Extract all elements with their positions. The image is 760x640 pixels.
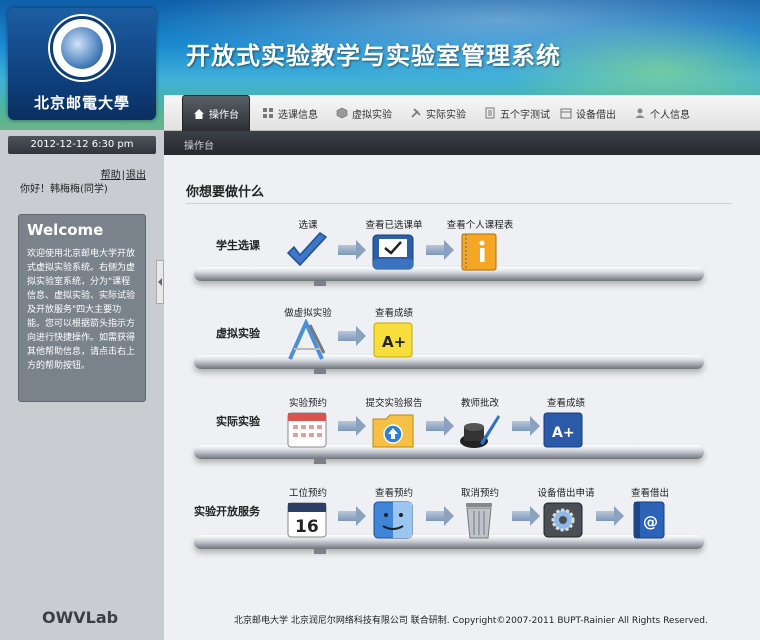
step-label: 查看已选课单 xyxy=(365,220,423,231)
welcome-text: 欢迎使用北京邮电大学开放式虚拟实验系统。右侧为虚拟实验室系统，分为"课程信息、虚… xyxy=(27,249,136,371)
tab-five-char-test[interactable]: 五个字测试 xyxy=(484,95,550,131)
shelf xyxy=(194,355,704,374)
row-label-course-selection: 学生选课 xyxy=(216,239,260,252)
row-label-open-services: 实验开放服务 xyxy=(194,505,260,518)
tab-real-lab[interactable]: 实际实验 xyxy=(410,95,466,131)
step-label: 实验预约 xyxy=(288,398,327,409)
shelf xyxy=(194,445,704,464)
checkmark-icon[interactable] xyxy=(284,231,330,273)
sidebar-collapse-handle[interactable] xyxy=(156,260,164,304)
arrow-right-icon xyxy=(596,506,624,526)
step-label: 做虚拟实验 xyxy=(284,308,332,319)
arrow-right-icon xyxy=(338,416,366,436)
grid-icon xyxy=(263,108,273,118)
step-label: 选课 xyxy=(298,220,318,231)
tab-label: 个人信息 xyxy=(650,109,690,121)
breadcrumb: 操作台 xyxy=(184,141,214,152)
arrow-right-icon xyxy=(338,506,366,526)
breadcrumb-bar: 操作台 xyxy=(164,131,760,155)
finder-icon[interactable] xyxy=(370,499,416,541)
tab-virtual-lab[interactable]: 虚拟实验 xyxy=(336,95,392,131)
cube-icon xyxy=(336,107,348,119)
tab-label: 虚拟实验 xyxy=(352,109,392,121)
arrow-right-icon xyxy=(512,416,540,436)
calendar-16-icon[interactable]: 16 xyxy=(284,499,330,541)
tab-label: 操作台 xyxy=(209,110,239,121)
arrow-right-icon xyxy=(338,326,366,346)
calendar-icon xyxy=(560,108,572,119)
tab-label: 实际实验 xyxy=(426,109,466,121)
arrow-right-icon xyxy=(512,506,540,526)
home-icon xyxy=(194,108,204,119)
step-label: 设备借出申请 xyxy=(537,488,595,499)
step-label: 查看成绩 xyxy=(546,398,585,409)
drafting-tools-icon[interactable] xyxy=(284,319,330,361)
settings-gear-icon[interactable] xyxy=(540,499,586,541)
svg-text:16: 16 xyxy=(295,517,319,537)
step-label: 工位预约 xyxy=(288,488,327,499)
arrow-right-icon xyxy=(426,416,454,436)
user-greeting: 你好！韩梅梅(同学) xyxy=(20,184,108,195)
footer-copyright: 北京邮电大学 北京润尼尔网络科技有限公司 联合研制. Copyright©200… xyxy=(234,616,708,626)
step-label: 教师批改 xyxy=(460,398,499,409)
grade-note-icon[interactable]: A+ xyxy=(370,319,416,361)
step-label: 查看个人课程表 xyxy=(446,220,514,231)
shelf xyxy=(194,267,704,286)
sidebar: 2012-12-12 6:30 pm 帮助|退出 你好！韩梅梅(同学) Welc… xyxy=(0,130,164,640)
sidebar-links: 帮助|退出 xyxy=(101,166,146,181)
logout-link[interactable]: 退出 xyxy=(126,170,146,181)
tab-dashboard[interactable]: 操作台 xyxy=(182,95,250,131)
document-icon xyxy=(485,107,495,119)
step-label: 提交实验报告 xyxy=(365,398,423,409)
tab-personal-info[interactable]: 个人信息 xyxy=(634,95,690,131)
title-divider xyxy=(186,203,732,204)
main-content: 你想要做什么 学生选课 选课 查看已选课单 查看个人课程表 虚拟实验 做虚拟实验… xyxy=(164,155,760,640)
arrow-right-icon xyxy=(426,506,454,526)
tab-equipment-loan[interactable]: 设备借出 xyxy=(560,95,616,131)
grade-note-icon[interactable]: A+ xyxy=(540,409,586,451)
link-separator: | xyxy=(121,170,125,181)
inbox-tray-icon[interactable] xyxy=(370,231,416,273)
notebook-info-icon[interactable] xyxy=(456,231,502,273)
tab-label: 设备借出 xyxy=(576,109,616,121)
svg-text:A+: A+ xyxy=(382,333,406,351)
school-logo-box: 北京邮電大學 xyxy=(8,8,156,120)
school-seal-icon xyxy=(50,16,114,80)
tools-icon xyxy=(411,108,421,118)
system-title: 开放式实验教学与实验室管理系统 xyxy=(186,41,561,70)
tab-label: 五个字测试 xyxy=(500,109,550,121)
arrow-right-icon xyxy=(338,240,366,260)
calendar-grid-icon[interactable] xyxy=(284,409,330,451)
step-label: 查看预约 xyxy=(374,488,413,499)
upload-folder-icon[interactable] xyxy=(370,409,416,451)
row-label-virtual-lab: 虚拟实验 xyxy=(216,327,260,340)
step-label: 查看成绩 xyxy=(374,308,413,319)
svg-text:@: @ xyxy=(643,513,658,531)
trash-can-icon[interactable] xyxy=(456,499,502,541)
address-book-icon[interactable]: @ xyxy=(626,499,672,541)
tab-course-info[interactable]: 选课信息 xyxy=(262,95,318,131)
tab-label: 选课信息 xyxy=(278,109,318,121)
step-label: 取消预约 xyxy=(460,488,499,499)
welcome-title: Welcome xyxy=(27,221,104,239)
welcome-panel: Welcome 欢迎使用北京邮电大学开放式虚拟实验系统。右侧为虚拟实验室系统，分… xyxy=(18,214,146,402)
person-icon xyxy=(635,108,645,118)
step-label: 查看借出 xyxy=(630,488,669,499)
svg-text:A+: A+ xyxy=(552,425,575,441)
datetime-display: 2012-12-12 6:30 pm xyxy=(8,136,156,154)
ink-pen-icon[interactable] xyxy=(456,409,502,451)
owvlab-logo: OWVLab xyxy=(42,608,119,627)
row-label-real-lab: 实际实验 xyxy=(216,415,260,428)
main-nav: 操作台 选课信息 虚拟实验 实际实验 五个字测试 设备借出 个人信息 xyxy=(164,95,760,131)
page-title: 你想要做什么 xyxy=(186,185,265,200)
school-name: 北京邮電大學 xyxy=(33,94,130,112)
arrow-right-icon xyxy=(426,240,454,260)
